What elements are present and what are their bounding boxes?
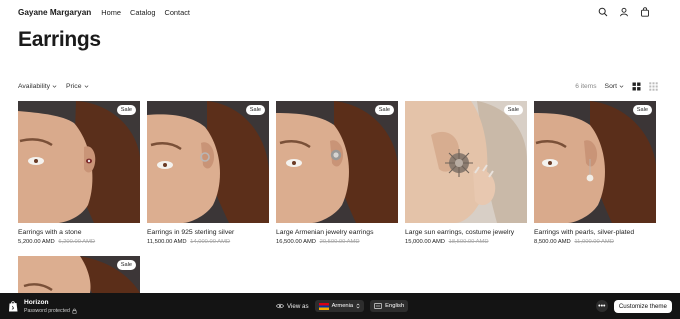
current-price: 15,000.00 AMD <box>405 239 445 245</box>
product-name[interactable]: Large sun earrings, costume jewelry <box>405 229 527 236</box>
view-as-text: View as <box>287 302 309 310</box>
chevron-down-icon <box>84 84 88 88</box>
bar-actions: ••• Customize theme <box>595 299 672 313</box>
cart-icon[interactable] <box>640 7 650 17</box>
filter-bar: Availability Price 6 items Sort <box>18 80 658 92</box>
product-card[interactable]: Sale Earrings in 925 sterling silver 11,… <box>147 101 269 245</box>
current-price: 8,500.00 AMD <box>534 239 571 245</box>
brand-logo[interactable]: Gayane Margaryan <box>18 8 91 17</box>
sale-badge: Sale <box>503 105 523 115</box>
sale-badge: Sale <box>374 105 394 115</box>
product-card[interactable]: Sale Large Armenian jewelry earrings 16,… <box>276 101 398 245</box>
product-count: 6 items <box>575 82 597 90</box>
shopify-bag-icon <box>9 301 18 312</box>
original-price: 18,500.00 AMD <box>448 239 489 245</box>
original-price: 6,200.00 AMD <box>58 239 96 245</box>
product-image[interactable]: Sale <box>18 256 140 293</box>
theme-info: Horizon Password protected <box>24 299 77 314</box>
lock-icon <box>72 308 77 314</box>
language-label: English <box>385 303 405 309</box>
original-price: 14,000.00 AMD <box>190 239 231 245</box>
product-name[interactable]: Earrings with pearls, silver-plated <box>534 229 656 236</box>
nav-catalog[interactable]: Catalog <box>130 8 155 17</box>
sort-dropdown[interactable]: Sort <box>605 83 624 90</box>
eye-icon <box>276 303 284 309</box>
product-price: 11,500.00 AMD 14,000.00 AMD <box>147 239 269 245</box>
sale-badge: Sale <box>632 105 652 115</box>
availability-label: Availability <box>18 82 50 90</box>
grid-view-icon[interactable] <box>632 82 641 91</box>
preview-controls: View as Armenia English <box>276 299 409 313</box>
product-price: 5,200.00 AMD 6,200.00 AMD <box>18 239 140 245</box>
current-price: 16,500.00 AMD <box>276 239 316 245</box>
password-status-label: Password protected <box>24 307 70 314</box>
price-filter[interactable]: Price <box>66 83 89 90</box>
chevron-down-icon <box>52 84 57 88</box>
sort-label: Sort <box>604 82 617 90</box>
chevron-up-down-icon <box>356 303 360 309</box>
current-price: 5,200.00 AMD <box>18 239 55 245</box>
product-card[interactable]: Sale Earrings with a stone 5,200.00 AMD … <box>18 101 140 245</box>
dense-grid-view-icon[interactable] <box>649 81 658 91</box>
search-icon[interactable] <box>598 7 608 17</box>
view-as-label: View as <box>276 303 309 310</box>
header-icons <box>598 7 650 17</box>
country-label: Armenia <box>331 303 354 309</box>
original-price: 11,000.00 AMD <box>574 239 614 245</box>
customize-theme-button[interactable]: Customize theme <box>613 299 672 313</box>
product-image[interactable]: Sale <box>276 101 398 223</box>
product-card[interactable]: Sale Earrings with pearls, silver-plated… <box>534 101 656 245</box>
sale-badge: Sale <box>116 260 136 270</box>
product-image[interactable]: Sale <box>18 101 140 223</box>
price-label: Price <box>66 82 82 90</box>
sale-badge: Sale <box>245 105 265 115</box>
account-icon[interactable] <box>619 7 629 17</box>
product-card[interactable]: Sale Large sun earrings, costume jewelry… <box>405 101 527 245</box>
product-image[interactable]: Sale <box>534 101 656 223</box>
sale-badge: Sale <box>116 105 136 115</box>
main-nav: Home Catalog Contact <box>101 8 190 17</box>
theme-name: Horizon <box>24 298 49 306</box>
country-selector[interactable]: Armenia <box>314 300 365 312</box>
page-title: Earrings <box>18 28 101 51</box>
product-card[interactable]: Sale <box>18 256 140 293</box>
site-header: Gayane Margaryan Home Catalog Contact <box>0 0 680 24</box>
product-name[interactable]: Earrings with a stone <box>18 229 140 236</box>
chevron-down-icon <box>619 84 624 88</box>
availability-filter[interactable]: Availability <box>18 83 57 90</box>
product-price: 8,500.00 AMD 11,000.00 AMD <box>534 239 656 245</box>
product-name[interactable]: Large Armenian jewelry earrings <box>276 229 398 236</box>
original-price: 20,500.00 AMD <box>319 239 360 245</box>
product-price: 15,000.00 AMD 18,500.00 AMD <box>405 239 527 245</box>
language-selector[interactable]: English <box>370 300 409 312</box>
more-options-icon[interactable]: ••• <box>595 300 608 312</box>
language-icon <box>374 303 382 309</box>
product-price: 16,500.00 AMD 20,500.00 AMD <box>276 239 398 245</box>
theme-preview-bar: Horizon Password protected View as Armen… <box>0 293 680 319</box>
filters-right: 6 items Sort <box>575 81 658 91</box>
product-image[interactable]: Sale <box>405 101 527 223</box>
armenia-flag-icon <box>318 302 329 310</box>
nav-home[interactable]: Home <box>101 8 121 17</box>
nav-contact[interactable]: Contact <box>164 8 189 17</box>
product-image[interactable]: Sale <box>147 101 269 223</box>
password-status: Password protected <box>24 308 77 314</box>
current-price: 11,500.00 AMD <box>147 239 187 245</box>
product-name[interactable]: Earrings in 925 sterling silver <box>147 229 269 236</box>
